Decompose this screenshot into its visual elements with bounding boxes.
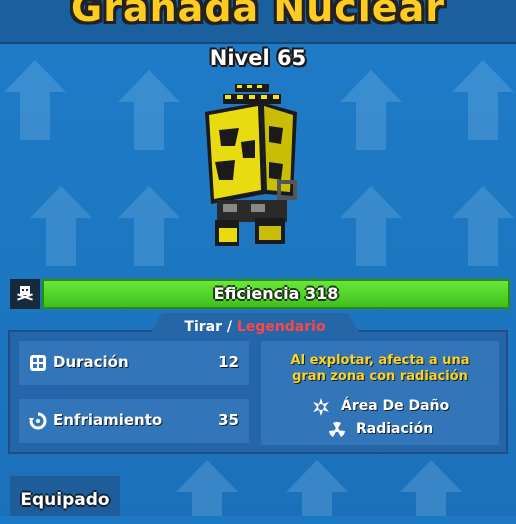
item-level: Nivel 65 (209, 46, 307, 70)
item-title: Granada Nuclear (71, 0, 445, 30)
stat-value: 12 (218, 353, 239, 371)
nuclear-grenade-image (205, 84, 297, 246)
cooldown-icon (29, 412, 47, 430)
category-tab: Tirar / Legendario (148, 313, 362, 337)
stat-value: 35 (218, 411, 239, 429)
item-description: Al explotar, afecta a una gran zona con … (261, 353, 499, 385)
radiation-icon (329, 421, 345, 437)
explosion-icon (313, 398, 329, 416)
efficiency-row: Eficiencia 318 (10, 279, 510, 309)
description-line: Al explotar, afecta a una (290, 353, 470, 368)
description-line: gran zona con radiación (292, 369, 468, 384)
equipped-button[interactable]: Equipado (10, 476, 120, 516)
efficiency-bar: Eficiencia 318 (42, 279, 510, 309)
stat-label: Enfriamiento (53, 411, 163, 429)
stat-duration: Duración 12 (19, 341, 249, 385)
skull-icon (10, 279, 40, 309)
stat-cooldown: Enfriamiento 35 (19, 399, 249, 443)
property-radiation: Radiación (356, 421, 434, 437)
duration-icon (30, 355, 46, 371)
stat-label: Duración (53, 353, 129, 371)
category-separator: / (222, 319, 237, 335)
category-rarity: Legendario (236, 319, 326, 335)
category-type: Tirar (184, 319, 223, 335)
property-area-damage: Área De Daño (341, 398, 450, 414)
